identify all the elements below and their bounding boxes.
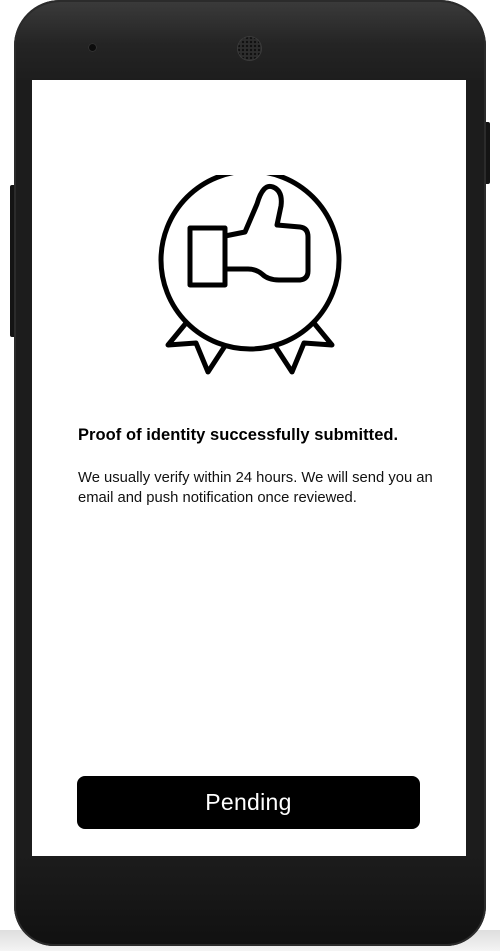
phone-screen: Proof of identity successfully submitted…: [32, 80, 466, 856]
confirmation-title: Proof of identity successfully submitted…: [78, 426, 399, 444]
earpiece-speaker: [237, 36, 262, 61]
thumbs-up-award-badge-icon: [158, 175, 342, 375]
proximity-sensor: [88, 43, 97, 52]
confirmation-description: We usually verify within 24 hours. We wi…: [78, 470, 433, 506]
pending-button[interactable]: Pending: [77, 776, 420, 829]
device-mockup: Proof of identity successfully submitted…: [0, 0, 500, 951]
